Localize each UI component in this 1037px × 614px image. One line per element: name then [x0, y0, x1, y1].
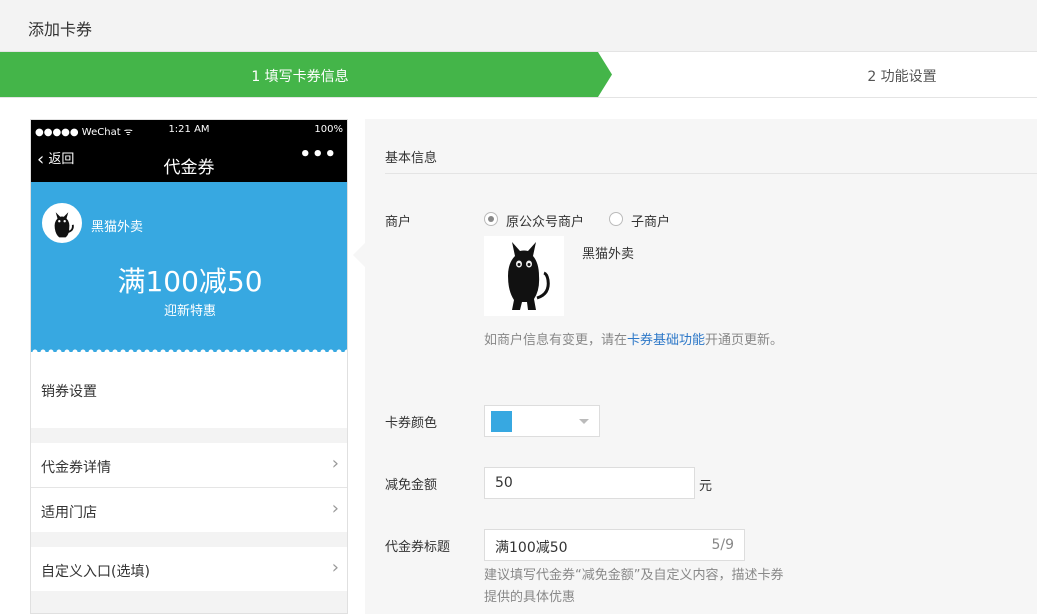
step-2-label: 2 功能设置 [867, 69, 937, 85]
phone-preview: ●●●●● WeChat ᯤ 1:21 AM 100% ‹ 返回 代金券 •••… [30, 119, 348, 614]
chevron-right-icon: › [331, 557, 339, 578]
phone-navbar: ●●●●● WeChat ᯤ 1:21 AM 100% ‹ 返回 代金券 ••• [31, 120, 347, 182]
step-2: 2 功能设置 [612, 52, 1037, 97]
merchant-label: 商户 [385, 215, 412, 230]
row-label: 代金券详情 [41, 460, 111, 476]
page-title: 添加卡券 [28, 20, 93, 39]
hint-text: 如商户信息有变更，请在 [484, 333, 628, 348]
section-title: 基本信息 [385, 151, 438, 166]
black-cat-icon [508, 242, 550, 310]
coupon-card-preview: 黑猫外卖 满100减50 迎新特惠 [31, 182, 347, 350]
chevron-right-icon: › [331, 498, 339, 519]
radio-original-merchant[interactable] [484, 212, 498, 226]
status-time: 1:21 AM [168, 124, 210, 135]
radio-label-sub[interactable]: 子商户 [631, 211, 670, 230]
row-applicable-stores[interactable]: 适用门店 › [31, 488, 347, 532]
coupon-title-input[interactable]: 满100减50 5/9 [484, 529, 745, 561]
status-battery: 100% [314, 124, 343, 135]
row-redeem-settings[interactable]: 销券设置 [31, 352, 347, 428]
card-scallop-edge [31, 344, 347, 352]
discount-amount-label: 减免金额 [385, 478, 438, 493]
card-headline: 满100减50 [117, 265, 263, 298]
char-counter: 5/9 [711, 537, 734, 553]
more-dots-icon[interactable]: ••• [299, 144, 337, 165]
merchant-logo-avatar [42, 203, 82, 243]
row-label: 自定义入口(选填) [41, 564, 150, 580]
merchant-logo-image [484, 236, 564, 316]
chevron-down-icon [579, 419, 589, 424]
color-swatch [491, 411, 512, 432]
chevron-right-icon: › [331, 453, 339, 474]
section-divider [385, 173, 1037, 174]
basic-features-link[interactable]: 卡券基础功能 [627, 333, 705, 348]
step-progress: 1 填写卡券信息 2 功能设置 [0, 52, 1037, 98]
discount-amount-input[interactable]: 50 [484, 467, 695, 499]
step-1-label: 1 填写卡券信息 [251, 69, 349, 85]
preview-pointer [353, 243, 365, 267]
card-color-select[interactable] [484, 405, 600, 437]
black-cat-icon [54, 212, 74, 238]
radio-sub-merchant[interactable] [609, 212, 623, 226]
discount-unit: 元 [699, 479, 713, 494]
card-subtitle: 迎新特惠 [163, 304, 216, 319]
coupon-title-hint: 建议填写代金券“减免金额”及自定义内容，描述卡券提供的具体优惠 [484, 568, 784, 605]
form-panel: 基本信息 商户 原公众号商户 子商户 黑猫外卖 如商户信息有变更，请在卡券基础功… [365, 119, 1037, 614]
merchant-name: 黑猫外卖 [582, 247, 635, 262]
row-custom-entry[interactable]: 自定义入口(选填) › [31, 547, 347, 591]
row-coupon-details[interactable]: 代金券详情 › [31, 443, 347, 487]
coupon-title-value: 满100减50 [495, 540, 568, 556]
merchant-hint: 如商户信息有变更，请在卡券基础功能开通页更新。 [484, 330, 784, 352]
card-merchant-name: 黑猫外卖 [91, 220, 144, 235]
card-color-label: 卡券颜色 [385, 416, 438, 431]
radio-label-original[interactable]: 原公众号商户 [506, 211, 584, 230]
step-1-active: 1 填写卡券信息 [0, 52, 612, 97]
hint-text-tail: 开通页更新。 [705, 333, 784, 348]
row-label: 销券设置 [41, 384, 97, 400]
page-header: 添加卡券 [0, 0, 1037, 52]
row-label: 适用门店 [41, 505, 97, 521]
coupon-title-label: 代金券标题 [385, 540, 451, 555]
